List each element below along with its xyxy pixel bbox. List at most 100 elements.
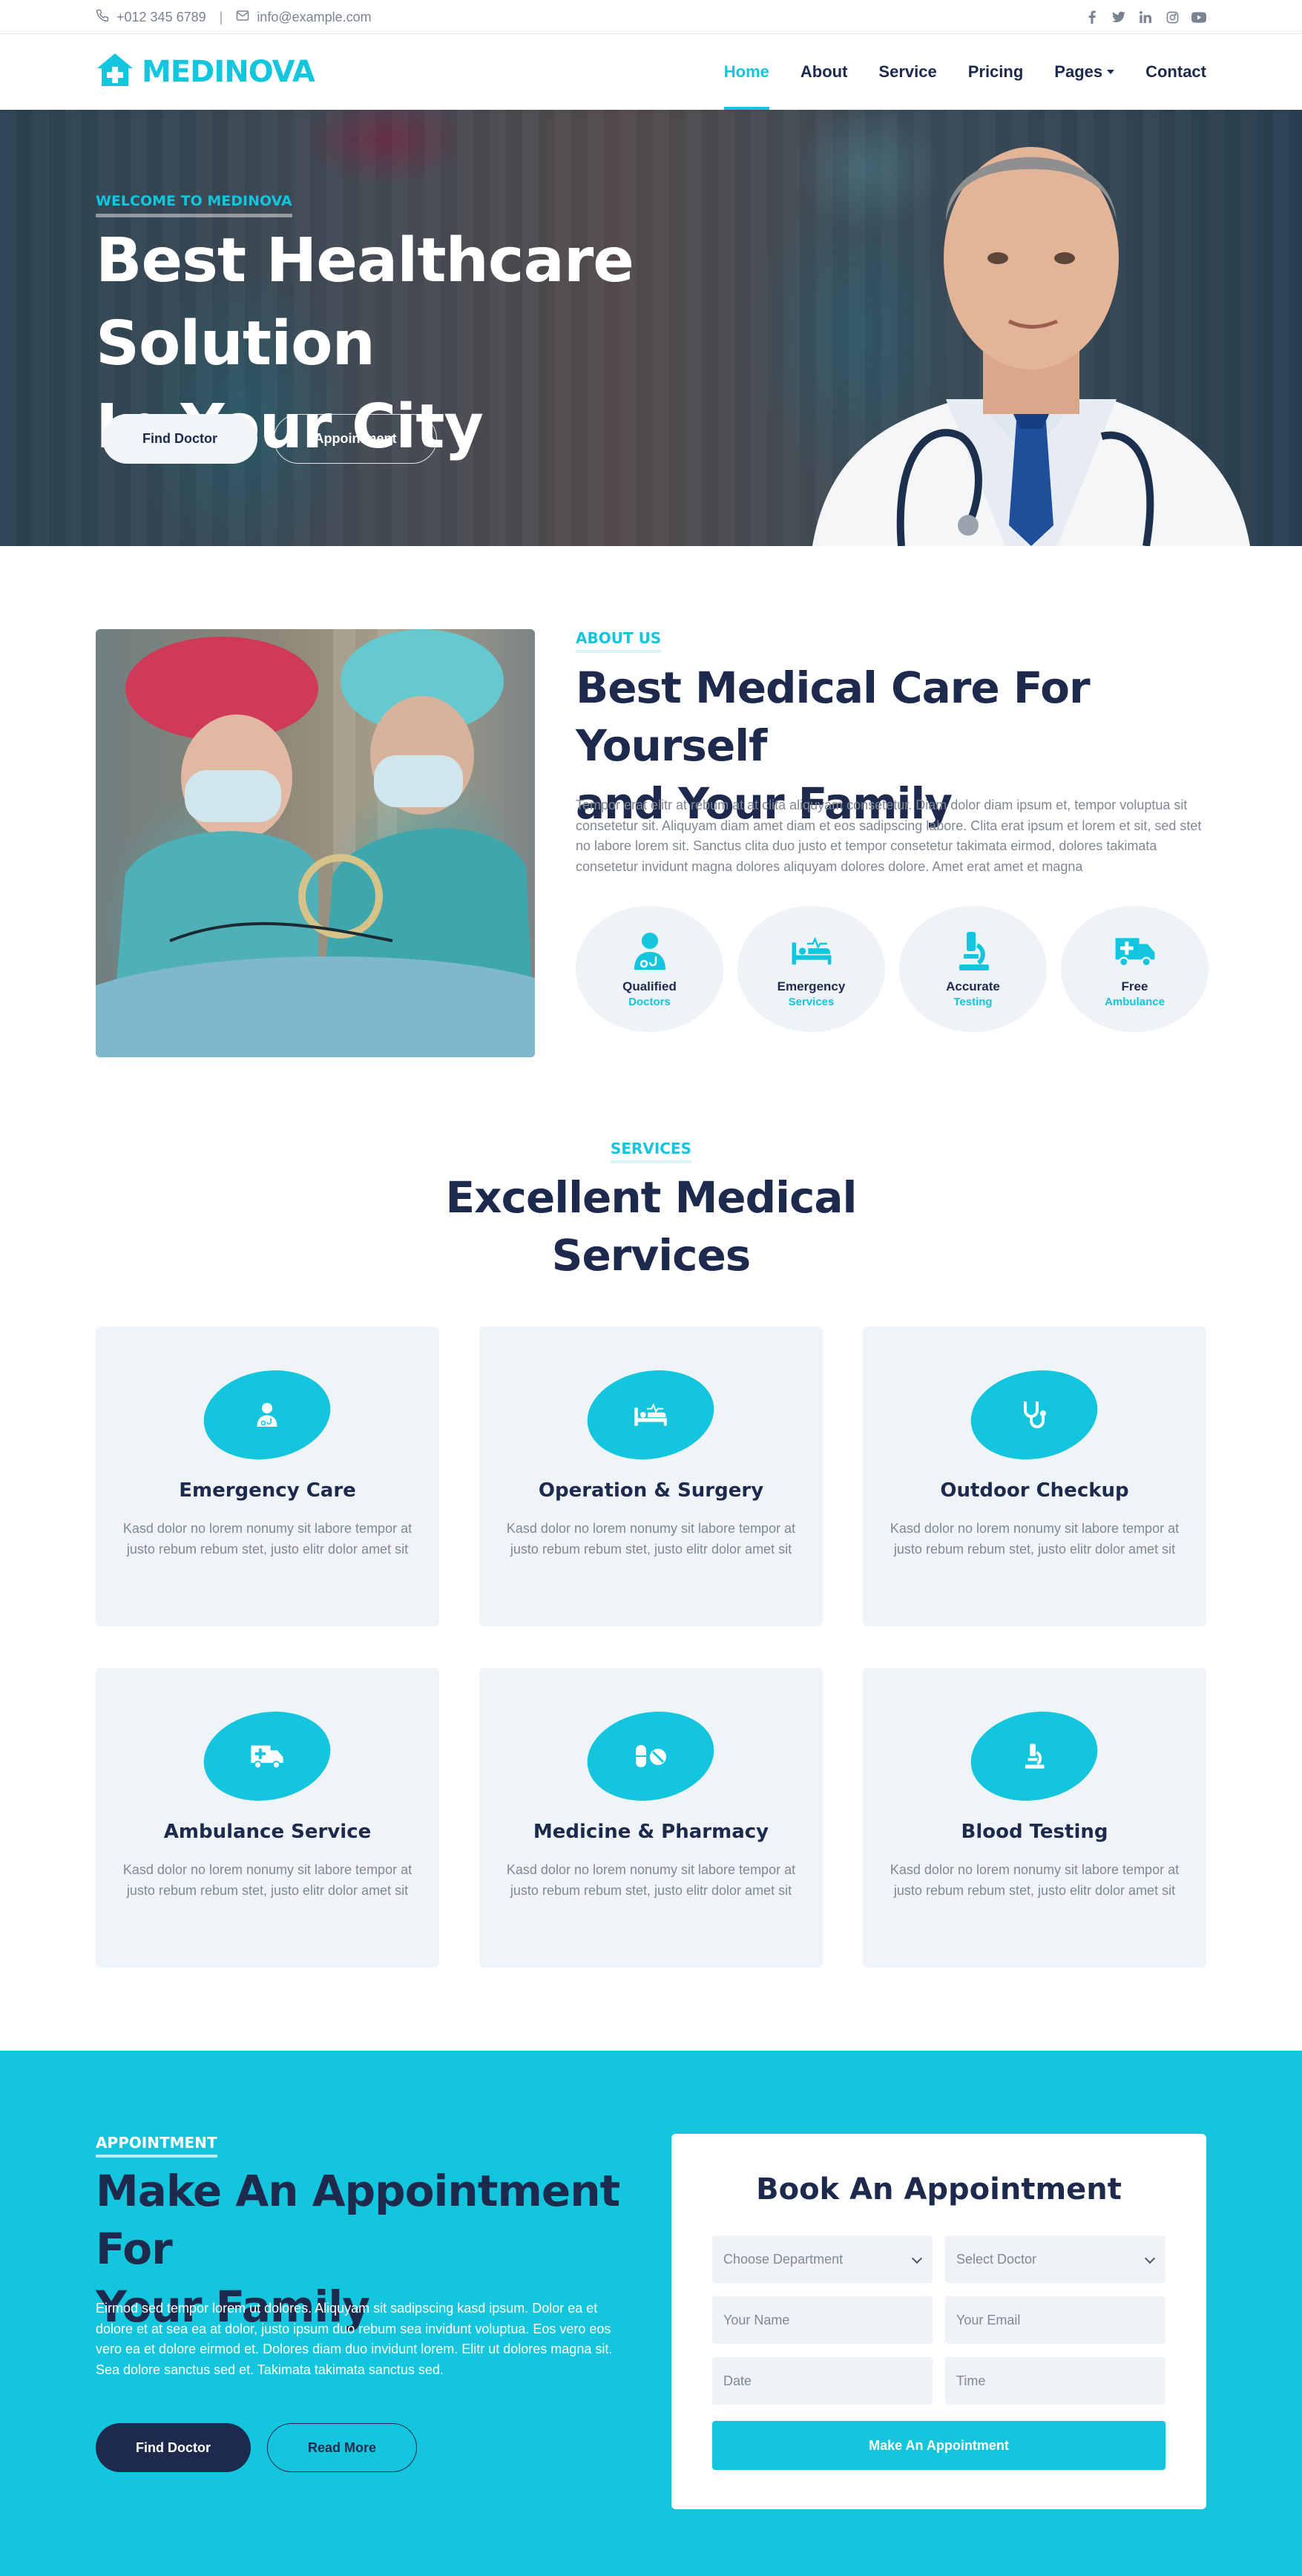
make-appointment-button[interactable]: Make An Appointment: [712, 2421, 1165, 2470]
nav-item-home[interactable]: Home: [723, 34, 770, 110]
appointment-find-doctor-button[interactable]: Find Doctor: [96, 2423, 251, 2472]
feature-subtitle: Doctors: [628, 995, 671, 1008]
about-text: Tempor erat elitr at rebum at at clita a…: [576, 798, 1202, 874]
about-eyebrow: ABOUT US: [576, 629, 662, 653]
nav-item-pricing[interactable]: Pricing: [968, 34, 1024, 110]
nav-item-service[interactable]: Service: [878, 34, 936, 110]
youtube-icon[interactable]: [1191, 10, 1206, 24]
services-eyebrow: SERVICES: [610, 1140, 692, 1163]
doctor-icon: [629, 930, 671, 972]
feature-list: Qualified Doctors Emergency Services Acc…: [576, 906, 1209, 1032]
about-title-line1: Best Medical Care For Yourself: [576, 663, 1091, 771]
service-card-emergency-care[interactable]: Emergency Care Kasd dolor no lorem nonum…: [96, 1327, 439, 1626]
time-input[interactable]: Time: [945, 2357, 1165, 2405]
bed-pulse-icon: [634, 1403, 667, 1426]
services-title-line2: Services: [551, 1230, 752, 1281]
brand-name: MEDINOVA: [142, 54, 315, 89]
feature-title: Accurate: [946, 979, 1000, 993]
appointment-title-line1: Make An Appointment For: [96, 2166, 620, 2274]
instagram-icon[interactable]: [1165, 10, 1180, 24]
feature-qualified-doctors: Qualified Doctors: [576, 906, 723, 1032]
find-doctor-button[interactable]: Find Doctor: [102, 414, 257, 464]
phone-icon: [96, 9, 109, 26]
service-card-blood-testing[interactable]: Blood Testing Kasd dolor no lorem nonumy…: [863, 1668, 1206, 1968]
hero-title-line1: Best Healthcare Solution: [96, 226, 634, 379]
feature-emergency-services: Emergency Services: [737, 906, 885, 1032]
contact-separator: |: [219, 9, 223, 24]
chevron-down-icon: [1144, 2253, 1156, 2264]
nav-item-pages-label: Pages: [1054, 62, 1103, 81]
pills-icon: [636, 1745, 666, 1767]
envelope-icon: [236, 9, 249, 26]
name-input[interactable]: Your Name: [712, 2296, 933, 2344]
date-input[interactable]: Date: [712, 2357, 933, 2405]
navbar: MEDINOVA Home About Service Pricing Page…: [0, 34, 1302, 110]
doctor-select-value: Select Doctor: [956, 2251, 1037, 2267]
service-description: Kasd dolor no lorem nonumy sit labore te…: [506, 1521, 796, 1557]
hero-section: WELCOME TO MEDINOVA Best Healthcare Solu…: [0, 110, 1302, 546]
stethoscope-icon: [1024, 1402, 1046, 1428]
doctor-select[interactable]: Select Doctor: [945, 2235, 1165, 2283]
appointment-form: Book An Appointment Choose Department Se…: [671, 2134, 1206, 2509]
top-bar: +012 345 6789 | info@example.com: [0, 0, 1302, 34]
phone-item: +012 345 6789: [96, 9, 206, 26]
service-icon-badge: [580, 1701, 721, 1811]
services-title: Excellent Medical Services: [0, 1169, 1302, 1284]
nav-item-pages[interactable]: Pages: [1054, 34, 1115, 110]
appointment-text: Eirmod sed tempor lorem ut dolores. Aliq…: [96, 2301, 613, 2377]
feature-title: Qualified: [622, 979, 677, 993]
house-medical-icon: [96, 52, 134, 91]
service-description: Kasd dolor no lorem nonumy sit labore te…: [122, 1521, 412, 1557]
nav-item-about[interactable]: About: [800, 34, 848, 110]
service-title: Blood Testing: [961, 1821, 1108, 1843]
doctor-portrait-image: [812, 147, 1250, 546]
surgery-image: [96, 629, 535, 1057]
contact-info: +012 345 6789 | info@example.com: [96, 0, 372, 34]
service-icon-badge: [197, 1701, 338, 1811]
appointment-button[interactable]: Appointment: [274, 414, 437, 464]
ambulance-icon: [1114, 930, 1156, 972]
email-input[interactable]: Your Email: [945, 2296, 1165, 2344]
ambulance-icon: [251, 1745, 283, 1769]
bed-pulse-icon: [791, 930, 832, 972]
service-icon-badge: [197, 1360, 338, 1470]
twitter-icon[interactable]: [1111, 10, 1126, 24]
services-eyebrow-wrap: SERVICES: [0, 1140, 1302, 1163]
feature-title: Emergency: [777, 979, 846, 993]
service-title: Medicine & Pharmacy: [533, 1821, 769, 1843]
department-select[interactable]: Choose Department: [712, 2235, 933, 2283]
caret-down-icon: [1107, 70, 1115, 74]
email-item: info@example.com: [236, 9, 372, 26]
email-address[interactable]: info@example.com: [257, 10, 371, 25]
service-icon-badge: [580, 1360, 721, 1470]
feature-subtitle: Testing: [953, 995, 993, 1008]
facebook-icon[interactable]: [1085, 10, 1099, 24]
feature-title: Free: [1121, 979, 1148, 993]
feature-accurate-testing: Accurate Testing: [899, 906, 1047, 1032]
appointment-section: APPOINTMENT Make An Appointment For Your…: [0, 2051, 1302, 2576]
form-title: Book An Appointment: [756, 2172, 1122, 2207]
surgery-illustration: [96, 629, 535, 1057]
read-more-button[interactable]: Read More: [267, 2423, 417, 2472]
service-description: Kasd dolor no lorem nonumy sit labore te…: [890, 1521, 1180, 1557]
service-card-operation-surgery[interactable]: Operation & Surgery Kasd dolor no lorem …: [479, 1327, 823, 1626]
service-title: Emergency Care: [179, 1479, 356, 1502]
microscope-icon: [1025, 1744, 1045, 1769]
service-icon-badge: [964, 1701, 1105, 1811]
service-card-medicine-pharmacy[interactable]: Medicine & Pharmacy Kasd dolor no lorem …: [479, 1668, 823, 1968]
feature-free-ambulance: Free Ambulance: [1061, 906, 1209, 1032]
service-description: Kasd dolor no lorem nonumy sit labore te…: [122, 1862, 412, 1898]
feature-subtitle: Services: [788, 995, 835, 1008]
phone-number: +012 345 6789: [116, 9, 206, 24]
page: +012 345 6789 | info@example.com MEDINOV…: [0, 0, 1302, 2576]
service-card-outdoor-checkup[interactable]: Outdoor Checkup Kasd dolor no lorem nonu…: [863, 1327, 1206, 1626]
social-links: [1085, 0, 1206, 34]
service-icon-badge: [964, 1360, 1105, 1470]
doctor-icon: [257, 1403, 277, 1427]
nav-item-contact[interactable]: Contact: [1145, 34, 1206, 110]
linkedin-icon[interactable]: [1138, 10, 1153, 24]
service-card-ambulance-service[interactable]: Ambulance Service Kasd dolor no lorem no…: [96, 1668, 439, 1968]
brand-logo[interactable]: MEDINOVA: [96, 52, 315, 91]
services-title-line1: Excellent Medical: [445, 1172, 858, 1223]
hero-eyebrow: WELCOME TO MEDINOVA: [96, 193, 292, 217]
